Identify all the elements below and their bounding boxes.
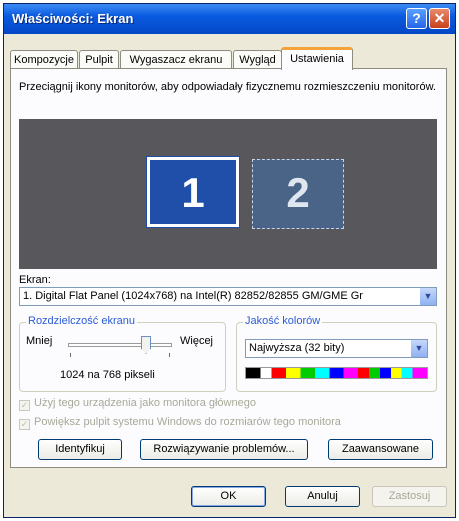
slider-tick [169,353,170,357]
primary-monitor-checkbox[interactable]: ✓ Użyj tego urządzenia jako monitora głów… [19,397,256,411]
resolution-slider-track[interactable] [68,343,172,347]
display-select-value: 1. Digital Flat Panel (1024x768) na Inte… [23,290,363,302]
resolution-group: Rozdzielczość ekranu Mniej Więcej 1024 n… [19,315,226,392]
identify-button[interactable]: Identyfikuj [38,439,122,460]
tab-kompozycje[interactable]: Kompozycje [10,50,78,69]
resolution-more-label: Więcej [180,335,214,347]
color-quality-group: Jakość kolorów Najwyższa (32 bity) ▼ [236,315,437,392]
window-title: Właściwości: Ekran [12,11,134,26]
monitor-1-icon[interactable]: 1 [146,156,240,228]
resolution-slider-thumb[interactable] [141,336,151,354]
chevron-down-icon[interactable]: ▼ [419,288,436,305]
tab-pulpit[interactable]: Pulpit [79,50,119,69]
resolution-value: 1024 na 768 pikseli [60,369,155,381]
monitor-2-icon[interactable]: 2 [252,159,344,229]
slider-tick [70,353,71,357]
tab-ustawienia[interactable]: Ustawienia [281,47,353,70]
color-quality-value: Najwyższa (32 bity) [249,342,345,354]
primary-monitor-label: Użyj tego urządzenia jako monitora główn… [34,397,256,409]
tab-wygaszacz[interactable]: Wygaszacz ekranu [120,50,232,69]
close-button[interactable]: ✕ [429,8,450,29]
help-button[interactable]: ? [406,8,427,29]
extend-desktop-checkbox[interactable]: ✓ Powiększ pulpit systemu Windows do rozm… [19,416,341,430]
extend-desktop-label: Powiększ pulpit systemu Windows do rozmi… [34,416,341,428]
resolution-less-label: Mniej [26,335,53,347]
tab-wyglad[interactable]: Wygląd [233,50,282,69]
checkbox-check-icon: ✓ [19,400,30,411]
color-quality-select[interactable]: Najwyższa (32 bity) ▼ [245,339,428,358]
resolution-group-title: Rozdzielczość ekranu [26,315,137,327]
display-properties-window: Właściwości: Ekran ? ✕ Kompozycje Pulpit… [3,3,456,518]
cancel-button[interactable]: Anuluj [285,486,360,507]
display-label: Ekran: [19,274,51,286]
instruction-text: Przeciągnij ikony monitorów, aby odpowia… [19,81,436,93]
display-select[interactable]: 1. Digital Flat Panel (1024x768) na Inte… [19,287,437,306]
color-quality-group-title: Jakość kolorów [243,315,323,327]
color-spectrum-preview [245,367,428,379]
chevron-down-icon[interactable]: ▼ [410,340,427,357]
ok-button[interactable]: OK [191,486,266,507]
troubleshoot-button[interactable]: Rozwiązywanie problemów... [140,439,308,460]
settings-panel: Przeciągnij ikony monitorów, aby odpowia… [10,68,447,468]
apply-button[interactable]: Zastosuj [372,486,447,507]
monitor-arrangement-area[interactable]: 1 2 [19,119,437,269]
advanced-button[interactable]: Zaawansowane [328,439,433,460]
title-bar[interactable]: Właściwości: Ekran ? ✕ [4,4,455,34]
checkbox-check-icon: ✓ [19,419,30,430]
